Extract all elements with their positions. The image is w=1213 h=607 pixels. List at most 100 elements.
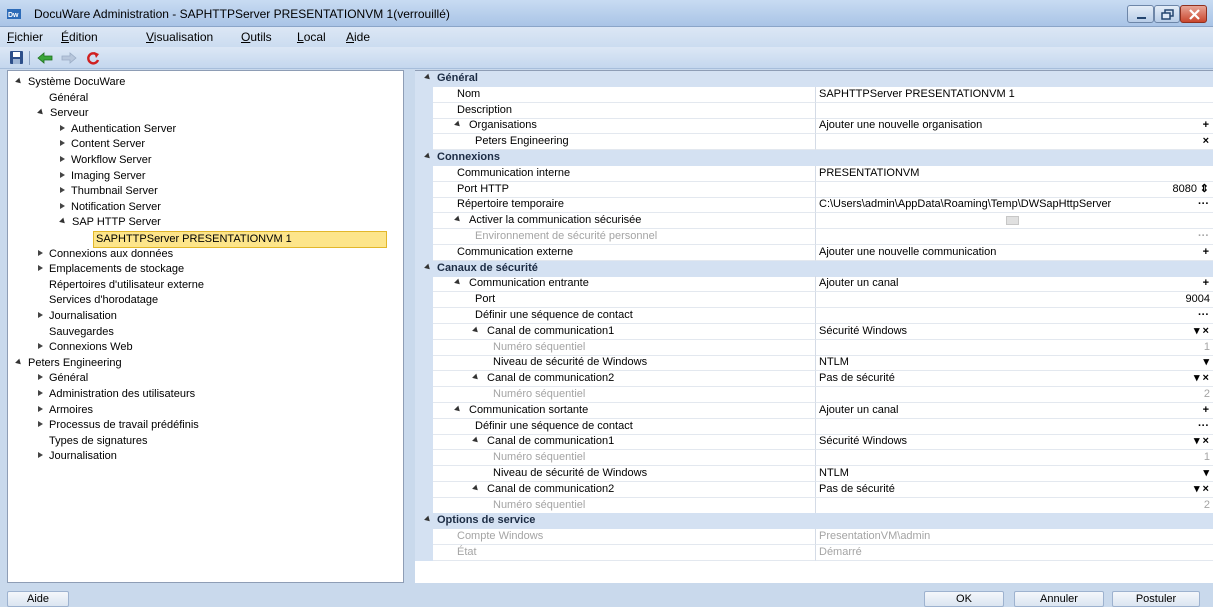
collapse-arrow-icon[interactable] — [472, 482, 485, 497]
save-icon[interactable] — [8, 50, 26, 66]
minimize-button[interactable] — [1127, 5, 1154, 23]
tree-item[interactable]: Répertoires d'utilisateur externe — [49, 278, 204, 293]
collapse-arrow-icon[interactable] — [454, 118, 467, 133]
property-row[interactable]: Canal de communication2 Pas de sécurité ▾ … — [415, 371, 1213, 388]
property-value[interactable]: PRESENTATIONVM — [815, 165, 1213, 182]
property-row[interactable]: Description — [415, 102, 1213, 119]
add-icon[interactable]: + — [1203, 118, 1209, 133]
forward-arrow-icon[interactable] — [60, 50, 78, 66]
menu-item-visualisation[interactable]: Visualisation — [146, 30, 213, 44]
expand-arrow-icon[interactable] — [38, 405, 43, 412]
property-value[interactable]: ··· — [815, 308, 1213, 324]
spinner-icon[interactable]: ⇕ — [1200, 182, 1209, 197]
property-row[interactable]: Activer la communication sécurisée — [415, 213, 1213, 230]
property-row[interactable]: Port HTTP 8080 ⇕ — [415, 181, 1213, 198]
tree-item[interactable]: Content Server — [60, 137, 145, 152]
ellipsis-icon[interactable]: ··· — [1198, 308, 1209, 323]
collapse-arrow-icon[interactable] — [472, 324, 485, 339]
add-icon[interactable]: + — [1203, 403, 1209, 418]
property-row[interactable]: Communication entrante Ajouter un canal + — [415, 276, 1213, 293]
property-row[interactable]: Répertoire temporaire C:\Users\admin\AppD… — [415, 197, 1213, 214]
property-value[interactable]: ··· — [815, 229, 1213, 245]
tree-item[interactable]: Journalisation — [38, 449, 117, 464]
property-value[interactable]: Pas de sécurité ▾ × — [815, 481, 1213, 498]
collapse-arrow-icon[interactable] — [454, 276, 467, 291]
tree-item[interactable]: Serveur — [37, 106, 89, 121]
property-value[interactable]: Ajouter un canal + — [815, 276, 1213, 293]
cancel-button[interactable]: Annuler — [1014, 591, 1104, 607]
tree-item[interactable]: Thumbnail Server — [60, 184, 158, 199]
back-arrow-icon[interactable] — [36, 50, 54, 66]
property-row[interactable]: Peters Engineering × — [415, 134, 1213, 151]
tree-item[interactable]: Services d'horodatage — [49, 293, 158, 308]
tree-item[interactable]: Notification Server — [60, 200, 161, 215]
help-button[interactable]: Aide — [7, 591, 69, 607]
property-value[interactable]: 2 — [815, 387, 1213, 403]
expand-arrow-icon[interactable] — [60, 140, 65, 147]
expand-arrow-icon[interactable] — [38, 343, 43, 350]
apply-button[interactable]: Postuler — [1112, 591, 1200, 607]
tree-item[interactable]: Sauvegardes — [49, 325, 114, 340]
property-value[interactable]: NTLM ▾ — [815, 355, 1213, 372]
property-value[interactable]: 1 — [815, 450, 1213, 467]
ellipsis-icon[interactable]: ··· — [1198, 229, 1209, 244]
property-row[interactable]: Environnement de sécurité personnel ··· — [415, 229, 1213, 245]
property-value[interactable]: 8080 ⇕ — [815, 181, 1213, 198]
add-icon[interactable]: + — [1203, 245, 1209, 260]
tree-item[interactable]: SAPHTTPServer PRESENTATIONVM 1 — [93, 231, 387, 248]
expand-arrow-icon[interactable] — [60, 202, 65, 209]
property-value[interactable]: 9004 — [815, 292, 1213, 309]
property-value[interactable]: 2 — [815, 497, 1213, 514]
tree-item[interactable]: Types de signatures — [49, 434, 147, 449]
expand-arrow-icon[interactable] — [38, 374, 43, 381]
property-row[interactable]: Niveau de sécurité de Windows NTLM ▾ — [415, 466, 1213, 482]
expand-arrow-icon[interactable] — [60, 171, 65, 178]
tree-item[interactable]: Peters Engineering — [15, 356, 122, 371]
tree-item[interactable]: Workflow Server — [60, 153, 151, 168]
property-value[interactable]: Démarré — [815, 545, 1213, 561]
property-row[interactable]: Communication interne PRESENTATIONVM — [415, 165, 1213, 182]
tree-item[interactable]: Général — [49, 91, 88, 106]
menu-item-édition[interactable]: Édition — [61, 30, 98, 44]
tree-item[interactable]: Processus de travail prédéfinis — [38, 418, 199, 433]
expand-arrow-icon[interactable] — [38, 312, 43, 318]
checkbox[interactable] — [1006, 216, 1019, 226]
menu-item-outils[interactable]: Outils — [241, 30, 272, 44]
expand-arrow-icon[interactable] — [60, 124, 65, 131]
property-value[interactable]: SAPHTTPServer PRESENTATIONVM 1 — [815, 86, 1213, 103]
dropdown-remove-icon[interactable]: ▾ × — [1194, 434, 1209, 449]
collapse-arrow-icon[interactable] — [59, 218, 67, 226]
restore-button[interactable] — [1154, 5, 1180, 23]
property-row[interactable]: Canal de communication1 Sécurité Windows ▾… — [415, 323, 1213, 340]
property-row[interactable]: Définir une séquence de contact ··· — [415, 418, 1213, 435]
expand-arrow-icon[interactable] — [38, 452, 43, 459]
property-value[interactable] — [815, 213, 1213, 230]
dropdown-icon[interactable]: ▾ — [1203, 466, 1209, 481]
property-value[interactable]: ··· — [815, 418, 1213, 435]
expand-arrow-icon[interactable] — [38, 265, 43, 272]
dropdown-icon[interactable]: ▾ — [1203, 355, 1209, 370]
expand-arrow-icon[interactable] — [38, 421, 43, 428]
tree-item[interactable]: SAP HTTP Server — [59, 215, 161, 230]
remove-icon[interactable]: × — [1203, 134, 1209, 149]
property-value[interactable]: × — [815, 134, 1213, 151]
ellipsis-icon[interactable]: ··· — [1198, 419, 1209, 434]
property-value[interactable]: Pas de sécurité ▾ × — [815, 371, 1213, 388]
menu-item-fichier[interactable]: Fichier — [7, 30, 43, 44]
menu-item-local[interactable]: Local — [297, 30, 326, 44]
property-row[interactable]: Numéro séquentiel 1 — [415, 339, 1213, 356]
expand-arrow-icon[interactable] — [38, 249, 43, 256]
tree-item[interactable]: Emplacements de stockage — [38, 262, 184, 277]
property-row[interactable]: Numéro séquentiel 2 — [415, 497, 1213, 514]
property-value[interactable]: Ajouter une nouvelle communication + — [815, 244, 1213, 261]
refresh-icon[interactable] — [84, 50, 102, 66]
close-button[interactable] — [1180, 5, 1207, 23]
expand-arrow-icon[interactable] — [60, 187, 65, 194]
tree-item[interactable]: Authentication Server — [60, 122, 176, 137]
collapse-arrow-icon[interactable] — [454, 213, 467, 228]
property-value[interactable]: C:\Users\admin\AppData\Roaming\Temp\DWSa… — [815, 197, 1213, 214]
collapse-arrow-icon[interactable] — [15, 77, 23, 86]
tree-item[interactable]: Imaging Server — [60, 169, 146, 184]
tree-item[interactable]: Connexions aux données — [38, 247, 173, 262]
collapse-arrow-icon[interactable] — [37, 108, 45, 117]
